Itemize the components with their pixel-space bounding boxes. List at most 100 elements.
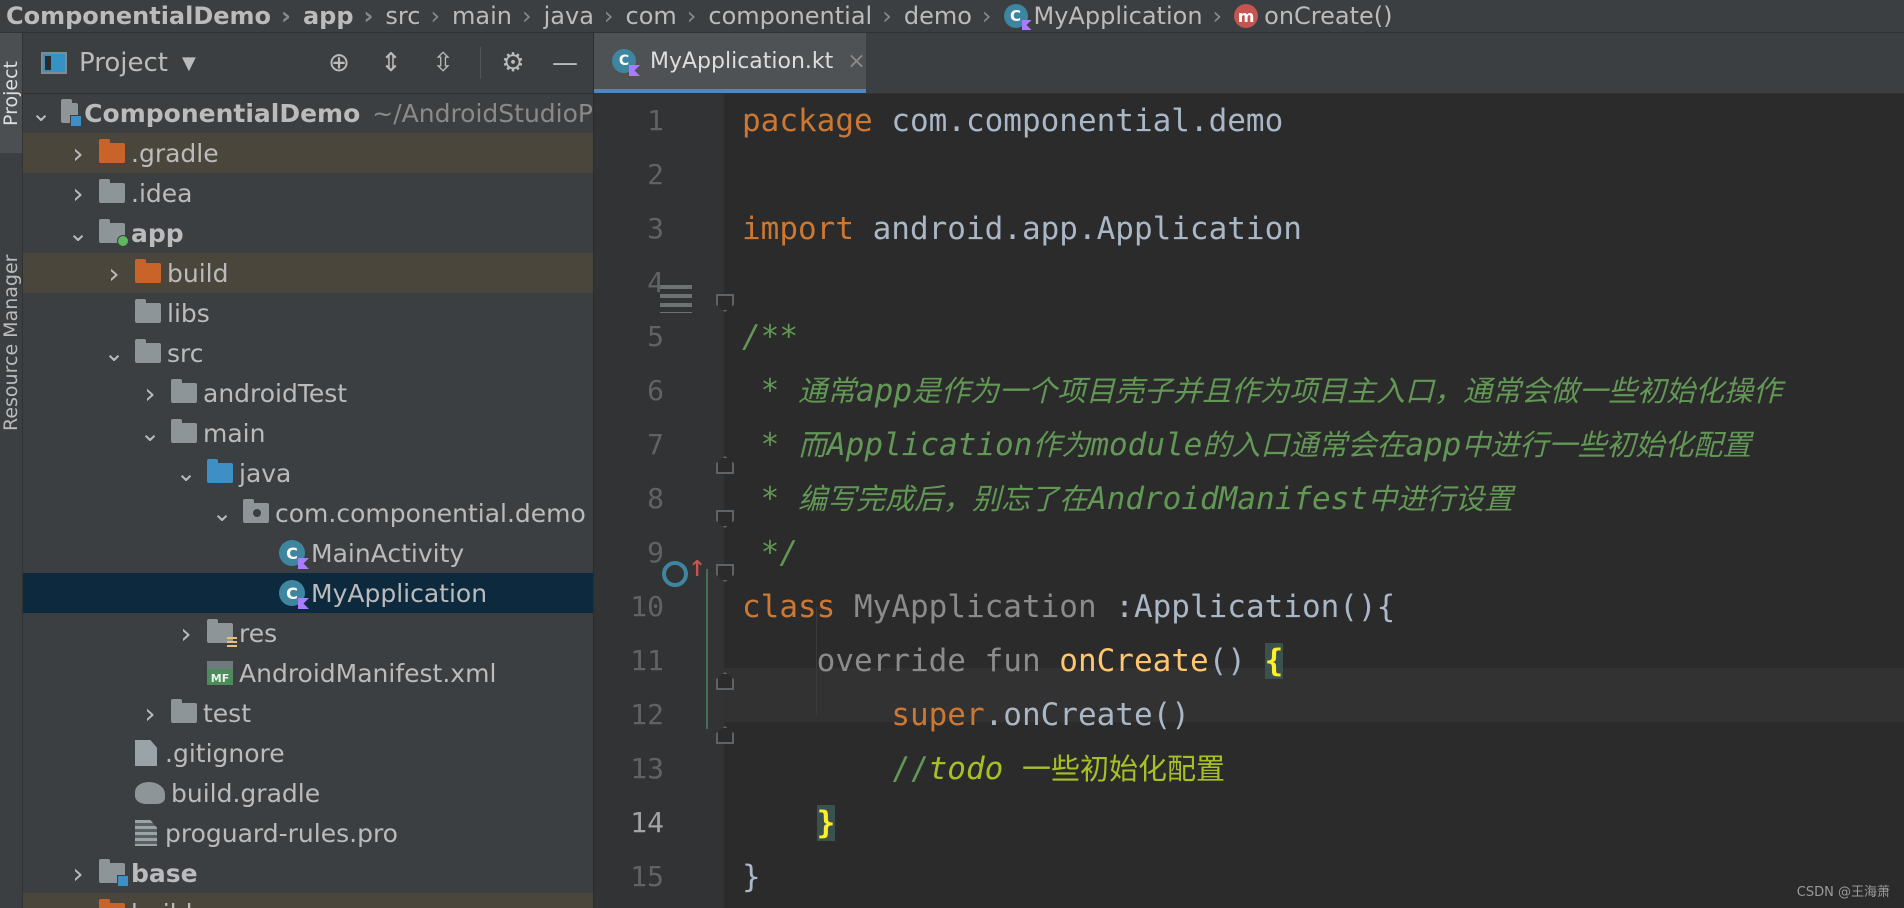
tree-item-componentialdemo[interactable]: ⌄ ComponentialDemo ~/AndroidStudioP (23, 93, 593, 133)
chevron-down-icon[interactable]: ⌄ (211, 501, 233, 525)
doc-render-icon[interactable] (660, 285, 692, 313)
line-number: 2 (647, 158, 664, 191)
editor-tab-myapplication[interactable]: C MyApplication.kt × (594, 33, 866, 93)
tree-item-base[interactable]: › base (23, 853, 593, 893)
chevron-right-icon: › (882, 2, 892, 30)
chevron-down-icon: ▼ (181, 52, 196, 74)
locate-icon[interactable]: ⊕ (323, 47, 355, 79)
folder-icon (135, 339, 161, 363)
tree-item-label: java (239, 458, 292, 488)
line-number: 5 (647, 320, 664, 353)
breadcrumb-item-oncreate[interactable]: m onCreate() (1228, 2, 1398, 30)
tree-item-build-gradle[interactable]: ›build.gradle (23, 773, 593, 813)
watermark: CSDN @王海萧 (1796, 885, 1890, 900)
override-gutter-icon[interactable] (662, 561, 688, 587)
tree-item-mainactivity[interactable]: ›CMainActivity (23, 533, 593, 573)
chevron-right-icon[interactable]: › (175, 617, 197, 650)
chevron-down-icon[interactable]: ⌄ (31, 101, 51, 125)
tree-item-res[interactable]: › res (23, 613, 593, 653)
code-line: * 而Application作为module的入口通常会在app中进行一些初始化… (742, 427, 1752, 463)
chevron-right-icon[interactable]: › (103, 257, 125, 290)
folder-icon (171, 379, 197, 403)
project-view-selector[interactable]: Project ▼ (41, 48, 196, 78)
chevron-right-icon: › (363, 2, 374, 30)
tree-item-idea[interactable]: › .idea (23, 173, 593, 213)
tree-item-label: AndroidManifest.xml (239, 658, 497, 688)
breadcrumb-label: MyApplication (1033, 2, 1203, 30)
resource-manager-tool-tab[interactable]: Resource Manager (0, 208, 22, 478)
tree-item-label: build (131, 899, 192, 908)
breadcrumb-item-main[interactable]: main › (446, 2, 538, 30)
gear-icon[interactable]: ⚙ (497, 47, 529, 79)
tree-item-com-componential-demo[interactable]: ⌄ com.componential.demo (23, 493, 593, 533)
code-line: class MyApplication :Application(){ (742, 589, 1396, 625)
tree-item-app[interactable]: ⌄ app (23, 213, 593, 253)
tree-item-main[interactable]: ⌄ main (23, 413, 593, 453)
breadcrumb-item-componentialdemo[interactable]: ComponentialDemo › (0, 2, 297, 30)
breadcrumb-item-com[interactable]: com › (620, 2, 703, 30)
app-module-icon (99, 219, 129, 247)
expand-all-icon[interactable]: ⇕ (375, 47, 407, 79)
chevron-right-icon[interactable]: › (67, 137, 89, 170)
kotlin-class-icon: C (279, 540, 305, 566)
chevron-down-icon[interactable]: ⌄ (139, 421, 161, 445)
breadcrumb-item-demo[interactable]: demo › (898, 2, 998, 30)
tree-item-androidtest[interactable]: › androidTest (23, 373, 593, 413)
tree-item-libs[interactable]: ›libs (23, 293, 593, 333)
editor-tabbar: C MyApplication.kt × (594, 33, 1904, 94)
breadcrumb-label: app (302, 2, 354, 30)
breadcrumb-item-componential[interactable]: componential › (702, 2, 897, 30)
code-line: } (816, 805, 836, 841)
tree-item-gitignore[interactable]: ›.gitignore (23, 733, 593, 773)
tree-item-gradle[interactable]: › .gradle (23, 133, 593, 173)
project-tool-tab[interactable]: Project (0, 33, 22, 153)
vcs-change-marker[interactable] (706, 569, 708, 729)
folder-icon (99, 179, 125, 203)
resource-folder-icon (207, 619, 237, 647)
tree-item-label: main (203, 418, 266, 448)
tree-item-label: MyApplication (311, 578, 488, 608)
text-file-icon (135, 820, 157, 846)
tree-item-build[interactable]: › build (23, 253, 593, 293)
chevron-right-icon[interactable]: › (67, 857, 89, 890)
minimize-icon[interactable]: — (549, 47, 581, 79)
chevron-right-icon[interactable]: › (139, 377, 161, 410)
code-editor[interactable]: 1 2 3 4 5 6 7 8 9 10 11 12 13 14 15 ↑ package com.comp… (594, 94, 1904, 908)
tree-item-myapplication[interactable]: ›CMyApplication (23, 573, 593, 613)
tree-item-build[interactable]: › build (23, 893, 593, 908)
tree-item-label: build.gradle (171, 778, 321, 808)
breadcrumb-item-app[interactable]: app › (297, 2, 379, 30)
breadcrumb-item-myapplication[interactable]: C MyApplication › (998, 2, 1229, 30)
code-line: */ (742, 535, 798, 571)
tree-item-proguard-rules-pro[interactable]: ›proguard-rules.pro (23, 813, 593, 853)
tree-item-androidmanifest-xml[interactable]: ›MFAndroidManifest.xml (23, 653, 593, 693)
code-line: } (742, 859, 761, 895)
chevron-right-icon[interactable]: › (139, 697, 161, 730)
chevron-right-icon[interactable]: › (67, 177, 89, 210)
excluded-folder-icon (135, 259, 161, 283)
breadcrumb-item-src[interactable]: src › (379, 2, 446, 30)
toolbar-divider (480, 47, 481, 79)
gitignore-file-icon (135, 740, 157, 766)
code-lines: package com.componential.demo import and… (742, 94, 1782, 904)
collapse-all-icon[interactable]: ⇳ (427, 47, 459, 79)
chevron-down-icon[interactable]: ⌄ (103, 341, 125, 365)
tree-item-test[interactable]: › test (23, 693, 593, 733)
tree-item-label: ComponentialDemo (84, 98, 361, 128)
chevron-right-icon[interactable]: › (67, 897, 89, 908)
arrow-up-icon: ↑ (688, 549, 707, 584)
line-number: 11 (630, 644, 664, 677)
tree-item-label: .gradle (131, 138, 219, 168)
close-icon[interactable]: × (847, 49, 865, 74)
line-number: 6 (647, 374, 664, 407)
chevron-down-icon[interactable]: ⌄ (67, 221, 89, 245)
breadcrumb-item-java[interactable]: java › (538, 2, 620, 30)
code-line: super.onCreate() (891, 697, 1190, 733)
tree-item-java[interactable]: ⌄ java (23, 453, 593, 493)
tree-item-label: .idea (131, 178, 193, 208)
breadcrumb-label: com (625, 2, 677, 30)
tree-item-src[interactable]: ⌄ src (23, 333, 593, 373)
excluded-folder-icon (99, 899, 125, 908)
chevron-down-icon[interactable]: ⌄ (175, 461, 197, 485)
